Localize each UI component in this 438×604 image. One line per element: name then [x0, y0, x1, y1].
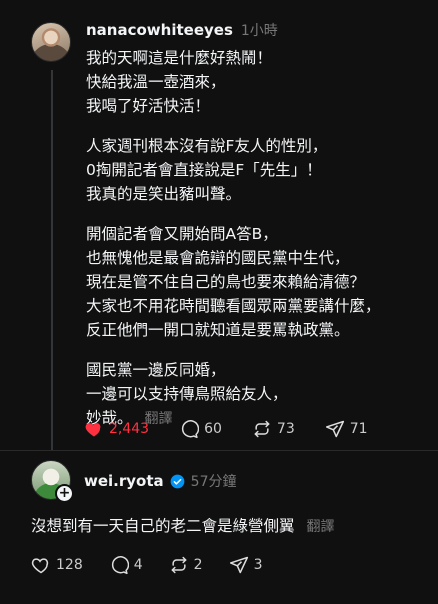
repost-button[interactable]: 73: [252, 419, 295, 439]
thread-line: [51, 70, 53, 450]
comment-icon: [181, 420, 200, 439]
post-paragraph: 我的天啊這是什麼好熱鬧！ 快給我溫一壺酒來， 我喝了好活快活！: [86, 46, 426, 118]
repost-icon: [254, 420, 270, 438]
reply-count: 4: [133, 557, 143, 573]
reply-actions: 128 4 2 3: [31, 554, 289, 576]
post-line: 我真的是笑出豬叫聲。: [86, 185, 242, 203]
reply-body: 沒想到有一天自己的老二會是綠營側翼 翻譯: [31, 514, 335, 539]
share-icon: [229, 556, 248, 574]
divider: [0, 450, 438, 451]
post-line: 人家週刊根本沒有說F友人的性別，: [86, 137, 328, 155]
reply-text: 沒想到有一天自己的老二會是綠營側翼: [31, 517, 295, 535]
post-body: 我的天啊這是什麼好熱鬧！ 快給我溫一壺酒來， 我喝了好活快活！ 人家週刊根本沒有…: [86, 46, 426, 447]
like-count: 128: [56, 557, 83, 573]
post-time[interactable]: 1小時: [241, 20, 278, 40]
post-actions: 2,443 60 73 71: [84, 418, 398, 440]
reply-button[interactable]: 60: [179, 419, 222, 439]
heart-icon: [31, 558, 49, 574]
reply-button[interactable]: 4: [109, 555, 143, 575]
post-username[interactable]: nanacowhiteeyes: [86, 21, 233, 39]
share-button[interactable]: 71: [325, 419, 368, 439]
share-icon: [325, 420, 344, 438]
reply-username[interactable]: wei.ryota: [84, 472, 164, 490]
like-button[interactable]: 128: [31, 555, 83, 575]
post-paragraph: 開個記者會又開始問A答B， 也無愧他是最會詭辯的國民黨中生代， 現在是管不住自己…: [86, 222, 426, 342]
post-line: 也無愧他是最會詭辯的國民黨中生代，: [86, 249, 350, 267]
post-line: 快給我溫一壺酒來，: [86, 73, 226, 91]
repost-count: 2: [193, 557, 203, 573]
post-line: 開個記者會又開始問A答B，: [86, 225, 278, 243]
post-paragraph: 人家週刊根本沒有說F友人的性別， 0掏開記者會直接說是F「先生」！ 我真的是笑出…: [86, 134, 426, 206]
repost-button[interactable]: 2: [169, 555, 203, 575]
repost-icon: [171, 556, 187, 574]
post-line: 大家也不用花時間聽看國眾兩黨要講什麼，: [86, 297, 381, 315]
share-count: 71: [349, 421, 368, 437]
post-line: 我的天啊這是什麼好熱鬧！: [86, 49, 273, 67]
post-line: 國民黨一邊反同婚，: [86, 361, 226, 379]
comment-icon: [111, 556, 129, 575]
reply-time[interactable]: 57分鐘: [191, 471, 237, 491]
share-button[interactable]: 3: [229, 555, 263, 575]
post-line: 一邊可以支持傳鳥照給友人，: [86, 385, 288, 403]
like-button[interactable]: 2,443: [84, 419, 149, 439]
post-header: nanacowhiteeyes 1小時: [86, 20, 278, 42]
translate-link[interactable]: 翻譯: [307, 519, 335, 535]
follow-plus-icon[interactable]: +: [55, 484, 74, 503]
heart-icon: [85, 423, 101, 437]
avatar[interactable]: [31, 22, 71, 62]
reply-header: wei.ryota 57分鐘: [84, 471, 236, 491]
verified-badge-icon: [170, 474, 185, 488]
post-line: 0掏開記者會直接說是F「先生」！: [86, 161, 322, 179]
post-line: 我喝了好活快活！: [86, 97, 211, 115]
like-count: 2,443: [109, 421, 150, 437]
reply-count: 60: [204, 421, 222, 437]
share-count: 3: [253, 557, 263, 573]
post-line: 反正他們一開口就知道是要罵執政黨。: [86, 321, 350, 339]
post-line: 現在是管不住自己的鳥也要來賴給清德？: [86, 273, 366, 291]
repost-count: 73: [276, 421, 295, 437]
